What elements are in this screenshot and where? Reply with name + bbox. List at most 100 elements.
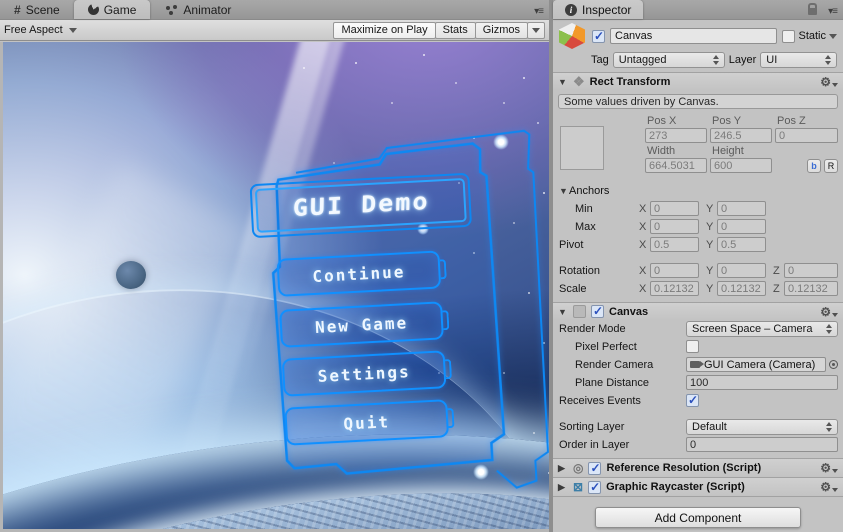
graphic-raycaster-checkbox[interactable] bbox=[588, 480, 602, 494]
name-value: Canvas bbox=[615, 30, 653, 42]
canvas-component-title: Canvas bbox=[609, 305, 649, 318]
foldout-open-icon[interactable]: ▼ bbox=[558, 307, 568, 317]
axis-x-label: X bbox=[639, 282, 647, 295]
moon bbox=[116, 261, 146, 289]
component-menu[interactable]: ⚙ bbox=[820, 461, 838, 475]
plane-distance-row: Plane Distance 100 bbox=[553, 374, 843, 391]
graphic-raycaster-header[interactable]: ▶ ⊠ Graphic Raycaster (Script) ⚙ bbox=[553, 477, 843, 496]
inspector-tabstrip: i Inspector ▾≡ bbox=[553, 0, 843, 20]
maximize-on-play-label: Maximize on Play bbox=[341, 24, 428, 36]
sorting-layer-row: Sorting Layer Default bbox=[553, 418, 843, 435]
add-component-label: Add Component bbox=[654, 510, 742, 525]
render-mode-label: Render Mode bbox=[559, 322, 626, 335]
render-camera-row: Render Camera GUI Camera (Camera) bbox=[553, 356, 843, 373]
component-menu[interactable]: ⚙ bbox=[820, 75, 838, 89]
render-camera-object-field[interactable]: GUI Camera (Camera) bbox=[686, 357, 826, 372]
sorting-layer-dropdown[interactable]: Default bbox=[686, 418, 838, 435]
raw-edit-mode-button[interactable]: R bbox=[824, 158, 838, 173]
rect-transform-header[interactable]: ▼ ❖ Rect Transform ⚙ bbox=[553, 72, 843, 90]
animator-nodes-icon bbox=[166, 5, 171, 10]
tag-label: Tag bbox=[591, 54, 609, 66]
axis-y-label: Y bbox=[706, 238, 714, 251]
tab-animator[interactable]: Animator bbox=[150, 0, 245, 19]
axis-x-label: X bbox=[639, 202, 647, 215]
axis-z-label: Z bbox=[773, 282, 780, 295]
scale-x-field: 0.12132 bbox=[650, 281, 699, 296]
tab-game[interactable]: Game bbox=[73, 0, 151, 19]
receives-events-label: Receives Events bbox=[559, 394, 641, 407]
rotation-z-field: 0 bbox=[784, 263, 838, 278]
rotation-row: Rotation X 0 Y 0 Z 0 bbox=[553, 262, 843, 279]
axis-y-label: Y bbox=[706, 202, 714, 215]
aspect-dropdown-label: Free Aspect bbox=[4, 24, 63, 36]
plane-distance-field[interactable]: 100 bbox=[686, 375, 838, 390]
min-label: Min bbox=[575, 202, 593, 215]
pane-menu-icon[interactable]: ▾≡ bbox=[534, 6, 544, 17]
render-camera-label: Render Camera bbox=[575, 358, 654, 371]
gear-caret-icon bbox=[832, 82, 838, 87]
reference-resolution-title: Reference Resolution (Script) bbox=[606, 462, 762, 474]
add-component-button[interactable]: Add Component bbox=[595, 507, 801, 528]
scene-grid-icon: # bbox=[14, 2, 21, 17]
gear-caret-icon bbox=[832, 469, 838, 473]
receives-events-checkbox[interactable] bbox=[686, 393, 699, 407]
render-camera-value: GUI Camera (Camera) bbox=[704, 358, 816, 371]
width-label: Width bbox=[647, 144, 676, 157]
game-toolbar: Free Aspect Maximize on Play Stats Gizmo… bbox=[0, 20, 549, 41]
foldout-closed-icon[interactable]: ▶ bbox=[558, 482, 568, 493]
component-menu[interactable]: ⚙ bbox=[820, 305, 838, 319]
lock-icon[interactable] bbox=[808, 3, 817, 15]
rect-transform-title: Rect Transform bbox=[589, 75, 671, 88]
anchor-preset-button[interactable] bbox=[560, 126, 604, 170]
gear-icon: ⚙ bbox=[820, 480, 831, 494]
active-checkbox[interactable] bbox=[592, 29, 605, 43]
tab-animator-label: Animator bbox=[183, 2, 232, 17]
reference-resolution-checkbox[interactable] bbox=[588, 461, 602, 475]
component-menu[interactable]: ⚙ bbox=[820, 480, 838, 494]
axis-x-label: X bbox=[639, 264, 647, 277]
pivot-label: Pivot bbox=[559, 238, 584, 251]
graphic-raycaster-title: Graphic Raycaster (Script) bbox=[606, 481, 745, 493]
render-mode-dropdown[interactable]: Screen Space – Camera bbox=[686, 320, 838, 337]
tab-inspector[interactable]: i Inspector bbox=[553, 0, 644, 19]
layer-dropdown[interactable]: UI bbox=[760, 52, 837, 68]
maximize-on-play-button[interactable]: Maximize on Play bbox=[333, 21, 436, 39]
canvas-enabled-checkbox[interactable] bbox=[591, 304, 604, 318]
driven-values-notice: Some values driven by Canvas. bbox=[558, 94, 838, 109]
height-field: 600 bbox=[710, 158, 772, 173]
pivot-x-field: 0.5 bbox=[650, 237, 699, 252]
new-game-label: New Game bbox=[314, 312, 409, 337]
plane-distance-label: Plane Distance bbox=[575, 376, 649, 389]
static-dropdown-icon[interactable] bbox=[829, 33, 837, 39]
gizmos-dropdown[interactable] bbox=[527, 21, 545, 39]
tag-dropdown[interactable]: Untagged bbox=[612, 52, 725, 68]
order-in-layer-field[interactable]: 0 bbox=[686, 437, 838, 452]
stats-button[interactable]: Stats bbox=[434, 21, 476, 39]
tab-scene[interactable]: # Scene bbox=[0, 0, 74, 19]
canvas-component-header[interactable]: ▼ Canvas ⚙ bbox=[553, 302, 843, 320]
name-field[interactable]: Canvas bbox=[610, 28, 778, 44]
aspect-dropdown[interactable]: Free Aspect bbox=[4, 24, 169, 36]
object-picker-icon[interactable] bbox=[829, 360, 838, 369]
anchors-foldout[interactable]: ▼ Anchors bbox=[553, 182, 843, 199]
static-label: Static bbox=[798, 30, 826, 42]
pos-y-label: Pos Y bbox=[712, 114, 742, 127]
gizmos-button[interactable]: Gizmos bbox=[474, 21, 528, 39]
sorting-layer-label: Sorting Layer bbox=[559, 420, 625, 433]
foldout-closed-icon[interactable]: ▶ bbox=[558, 463, 568, 474]
order-in-layer-row: Order in Layer 0 bbox=[553, 436, 843, 453]
tag-layer-row: Tag Untagged Layer UI bbox=[553, 50, 843, 72]
static-checkbox[interactable] bbox=[782, 29, 796, 43]
pos-x-field: 273 bbox=[645, 128, 707, 143]
reference-resolution-header[interactable]: ▶ ◎ Reference Resolution (Script) ⚙ bbox=[553, 458, 843, 477]
max-y-field: 0 bbox=[717, 219, 766, 234]
receives-events-row: Receives Events bbox=[553, 392, 843, 409]
order-in-layer-label: Order in Layer bbox=[559, 438, 630, 451]
foldout-open-icon[interactable]: ▼ bbox=[558, 77, 568, 87]
pos-z-field: 0 bbox=[775, 128, 838, 143]
pixel-perfect-checkbox[interactable] bbox=[686, 340, 699, 353]
pos-z-label: Pos Z bbox=[777, 114, 806, 127]
gameobject-cube-icon[interactable] bbox=[559, 23, 585, 49]
blueprint-mode-button[interactable]: b bbox=[807, 158, 821, 173]
pane-menu-icon[interactable]: ▾≡ bbox=[828, 6, 838, 17]
